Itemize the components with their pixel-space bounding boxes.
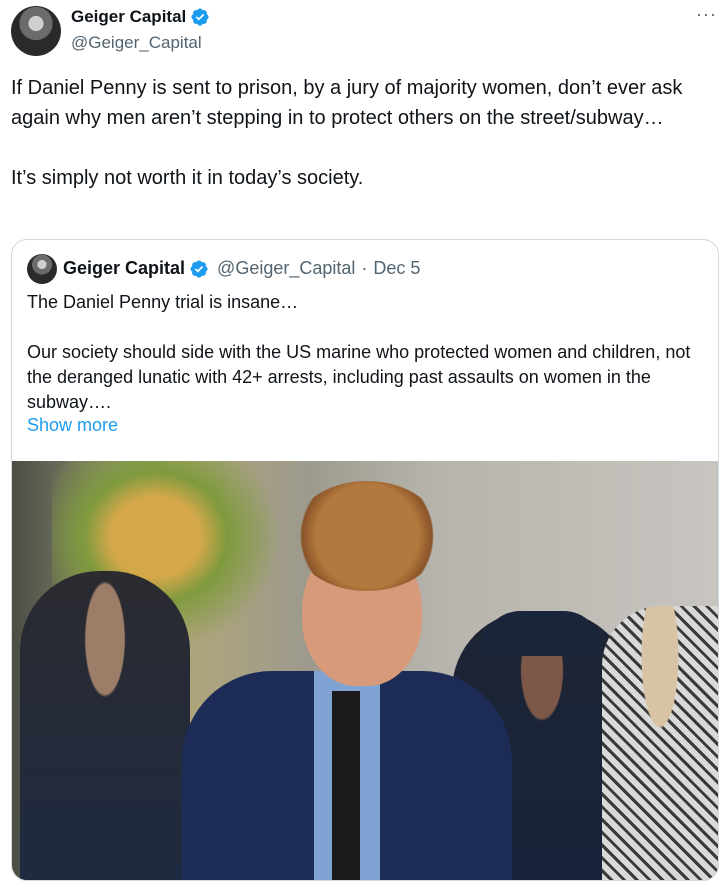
author-handle[interactable]: @Geiger_Capital (71, 33, 202, 53)
tweet-text: If Daniel Penny is sent to prison, by a … (11, 77, 683, 189)
author-name-row: Geiger Capital (71, 7, 210, 27)
meta-separator: · (361, 258, 368, 278)
quoted-author-display-name: Geiger Capital (63, 258, 186, 278)
tie (332, 691, 360, 880)
person-far-right (602, 606, 718, 880)
quoted-author-handle: @Geiger_Capital (217, 258, 356, 278)
quoted-tweet-photo[interactable] (12, 461, 718, 880)
quoted-tweet-card[interactable]: Geiger Capital @Geiger_Capital · Dec 5 T… (11, 239, 719, 881)
quoted-tweet-date: Dec 5 (373, 258, 421, 278)
quoted-author-avatar (27, 254, 57, 284)
quoted-tweet-text: The Daniel Penny trial is insane… Our so… (27, 292, 691, 412)
verified-badge-icon (190, 259, 208, 278)
quoted-tweet-header: Geiger Capital @Geiger_Capital · Dec 5 (63, 258, 420, 279)
person-left (20, 571, 190, 880)
person-center (182, 481, 512, 880)
author-display-name[interactable]: Geiger Capital (71, 7, 186, 27)
verified-badge-icon (191, 8, 209, 26)
show-more-link[interactable]: Show more (27, 415, 118, 436)
hair (292, 481, 442, 591)
more-horizontal-icon[interactable]: ··· (696, 4, 717, 25)
author-avatar[interactable] (11, 6, 61, 56)
